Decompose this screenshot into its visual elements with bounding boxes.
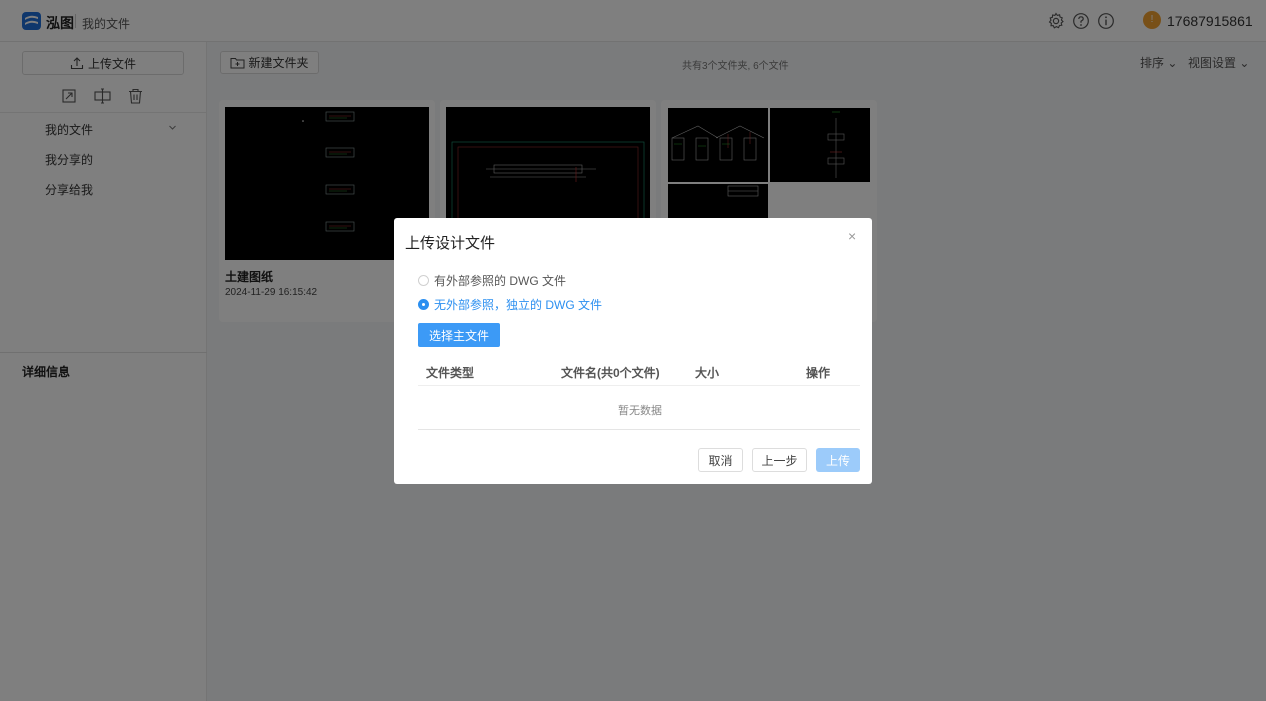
close-icon[interactable]: × bbox=[848, 228, 856, 244]
column-header-file-type: 文件类型 bbox=[426, 366, 475, 380]
radio-without-xref[interactable] bbox=[418, 299, 429, 310]
option-with-xref-label: 有外部参照的 DWG 文件 bbox=[434, 274, 566, 288]
column-header-size: 大小 bbox=[695, 366, 720, 380]
upload-design-file-dialog: 上传设计文件 × 有外部参照的 DWG 文件 无外部参照，独立的 DWG 文件 … bbox=[394, 218, 872, 484]
option-without-xref-label: 无外部参照，独立的 DWG 文件 bbox=[434, 298, 602, 312]
dialog-title: 上传设计文件 bbox=[405, 235, 496, 252]
empty-table-text: 暂无数据 bbox=[618, 405, 662, 417]
upload-button[interactable]: 上传 bbox=[816, 448, 860, 472]
table-header-divider bbox=[418, 385, 860, 386]
column-header-file-name: 文件名(共0个文件) bbox=[561, 366, 660, 380]
option-with-xref[interactable]: 有外部参照的 DWG 文件 bbox=[418, 272, 566, 289]
previous-step-button[interactable]: 上一步 bbox=[752, 448, 807, 472]
cancel-button[interactable]: 取消 bbox=[698, 448, 743, 472]
radio-with-xref[interactable] bbox=[418, 275, 429, 286]
column-header-actions: 操作 bbox=[806, 366, 831, 380]
choose-main-file-button[interactable]: 选择主文件 bbox=[418, 323, 500, 347]
table-bottom-divider bbox=[418, 429, 860, 430]
option-without-xref[interactable]: 无外部参照，独立的 DWG 文件 bbox=[418, 296, 602, 313]
